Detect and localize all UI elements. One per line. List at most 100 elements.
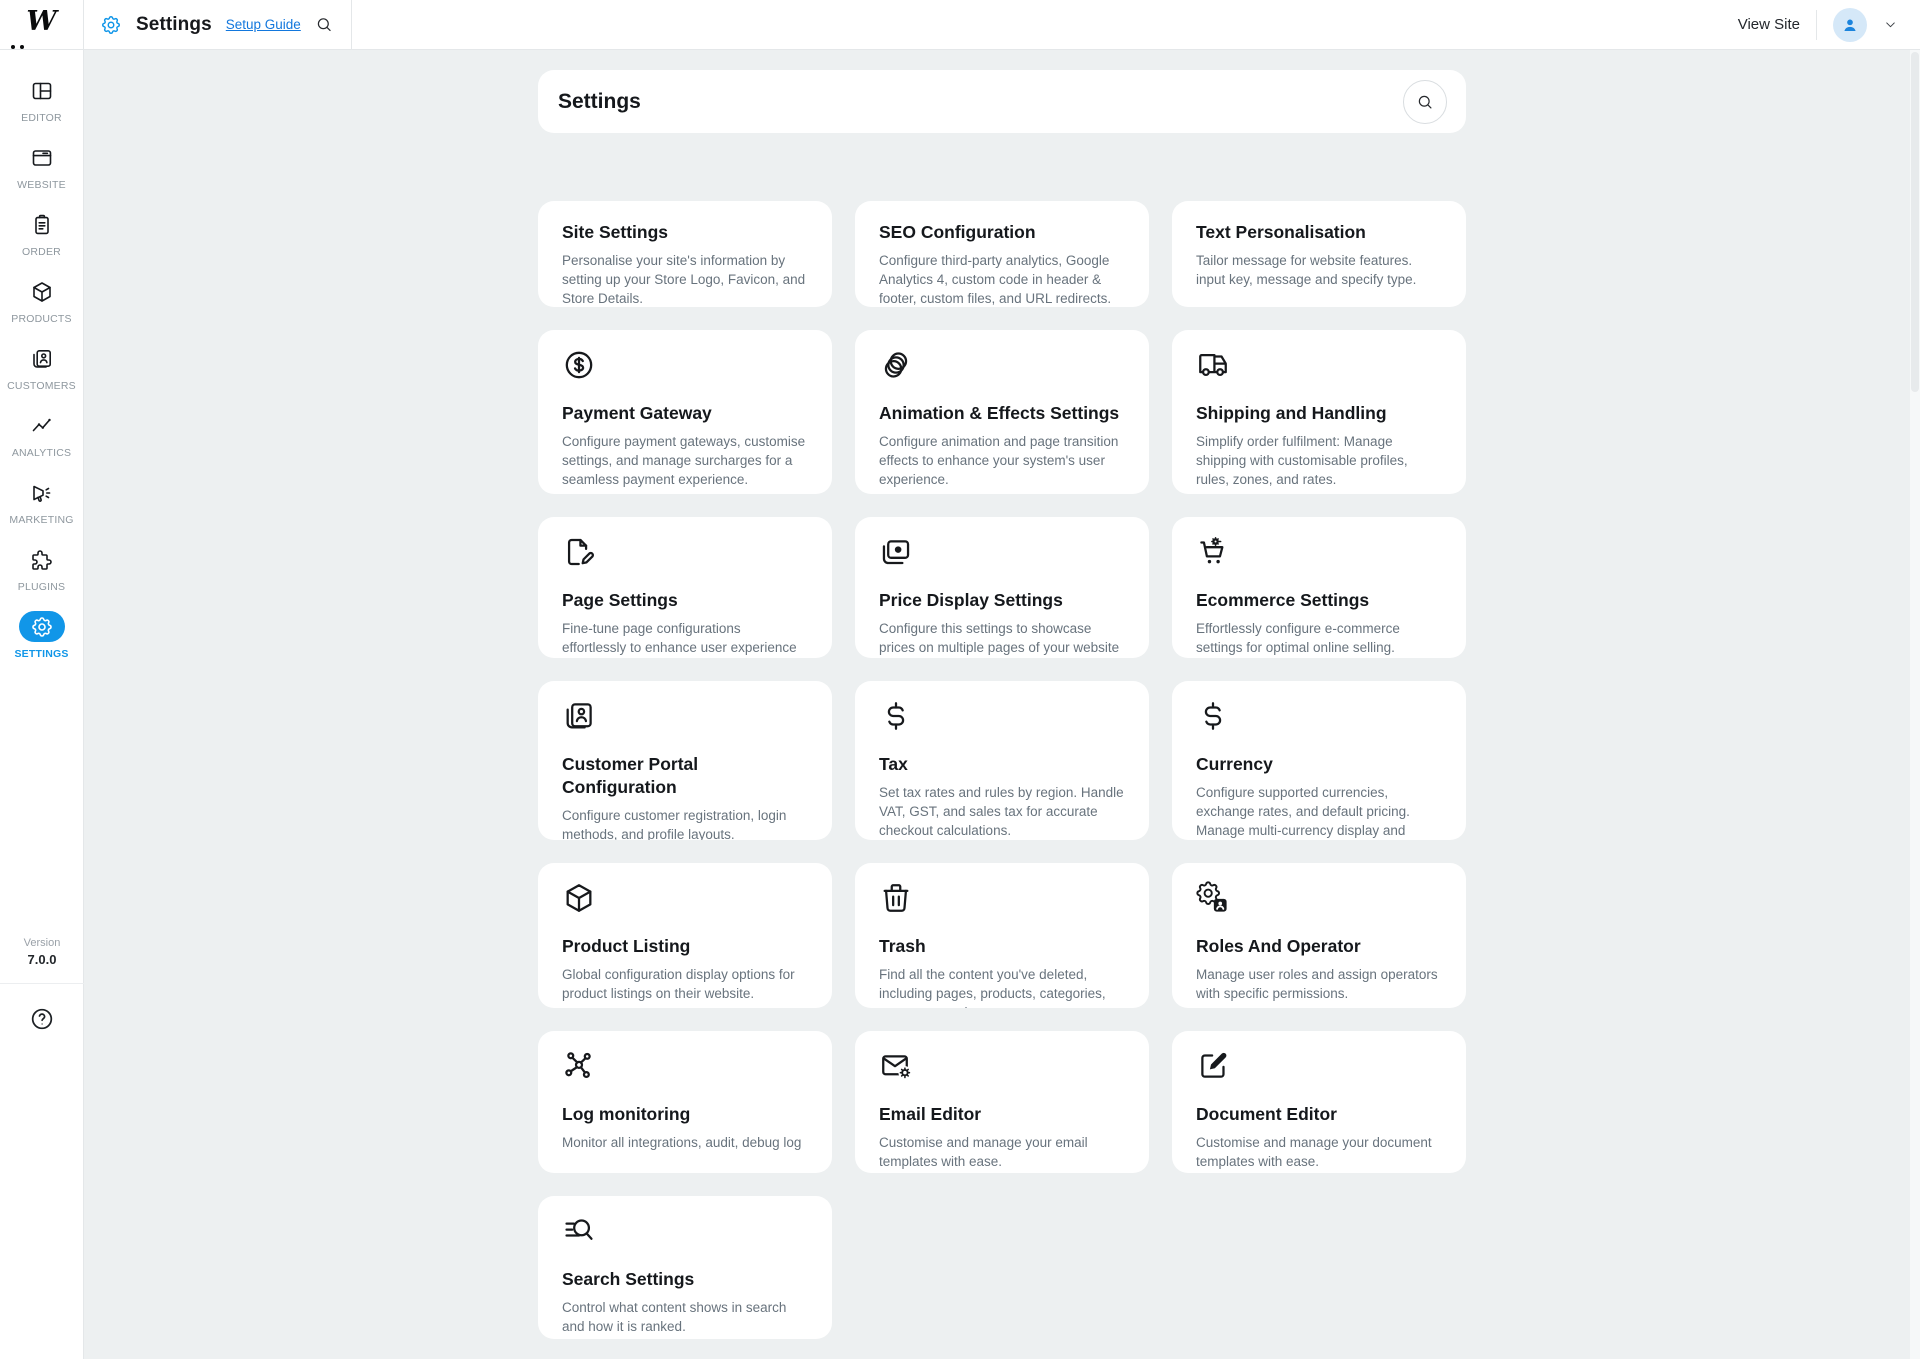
megaphone-icon	[30, 481, 54, 505]
sidebar-item-plugins[interactable]: PLUGINS	[0, 535, 83, 602]
version-label: Version	[24, 937, 61, 949]
person-icon	[1840, 15, 1860, 35]
dollar-icon	[879, 699, 913, 733]
card-description: Effortlessly configure e-commerce settin…	[1196, 619, 1442, 657]
logo-w: W	[26, 8, 56, 41]
card-description: Fine-tune page configurations effortless…	[562, 619, 808, 657]
roles-icon	[1196, 881, 1230, 915]
card-title: Trash	[879, 935, 1125, 958]
settings-card-ecommerce-settings[interactable]: Ecommerce Settings Effortlessly configur…	[1172, 517, 1466, 658]
sidebar-icon-wrap	[19, 75, 65, 106]
setup-guide-link[interactable]: Setup Guide	[226, 17, 301, 32]
sidebar-item-editor[interactable]: EDITOR	[0, 66, 83, 133]
main-content: Settings Site Settings Personalise your …	[84, 50, 1920, 1359]
view-site-button[interactable]: View Site	[1738, 16, 1800, 33]
card-title: Product Listing	[562, 935, 808, 958]
card-title: Text Personalisation	[1196, 221, 1442, 244]
scrollbar[interactable]	[1910, 50, 1920, 1359]
card-description: Simplify order fulfilment: Manage shippi…	[1196, 432, 1442, 489]
sidebar-nav: EDITOR WEBSITE ORDER PRODUCTS CUSTOMERS	[0, 50, 84, 1359]
header-search-icon[interactable]	[315, 14, 333, 35]
card-description: Configure supported currencies, exchange…	[1196, 783, 1442, 840]
app-window: W Settings Setup Guide View Site EDITOR	[0, 0, 1920, 1359]
card-title: Tax	[879, 753, 1125, 776]
settings-card-log-monitoring[interactable]: Log monitoring Monitor all integrations,…	[538, 1031, 832, 1173]
website-icon	[30, 146, 54, 170]
card-title: Payment Gateway	[562, 402, 808, 425]
truck-icon	[1196, 348, 1230, 382]
settings-card-seo-configuration[interactable]: SEO Configuration Configure third-party …	[855, 201, 1149, 307]
settings-card-email-editor[interactable]: Email Editor Customise and manage your e…	[855, 1031, 1149, 1173]
sidebar-item-label: WEBSITE	[17, 179, 66, 191]
sidebar-item-label: EDITOR	[21, 112, 62, 124]
settings-card-shipping-and-handling[interactable]: Shipping and Handling Simplify order ful…	[1172, 330, 1466, 494]
settings-card-document-editor[interactable]: Document Editor Customise and manage you…	[1172, 1031, 1466, 1173]
cube-icon	[562, 881, 596, 915]
settings-card-payment-gateway[interactable]: Payment Gateway Configure payment gatewa…	[538, 330, 832, 494]
sidebar-item-marketing[interactable]: MARKETING	[0, 468, 83, 535]
app-logo[interactable]: W	[0, 0, 84, 49]
sidebar-item-label: ORDER	[22, 246, 61, 258]
settings-heading: Settings	[558, 90, 641, 114]
settings-card-customer-portal-configuration[interactable]: Customer Portal Configuration Configure …	[538, 681, 832, 840]
card-title: Customer Portal Configuration	[562, 753, 808, 799]
cart-sparkle-icon	[1196, 535, 1230, 569]
card-description: Customise and manage your document templ…	[1196, 1133, 1442, 1171]
settings-card-roles-and-operator[interactable]: Roles And Operator Manage user roles and…	[1172, 863, 1466, 1008]
settings-card-text-personalisation[interactable]: Text Personalisation Tailor message for …	[1172, 201, 1466, 307]
order-icon	[30, 213, 54, 237]
portrait-icon	[562, 699, 596, 733]
page-edit-icon	[562, 535, 596, 569]
settings-card-product-listing[interactable]: Product Listing Global configuration dis…	[538, 863, 832, 1008]
sidebar-icon-wrap	[19, 477, 65, 508]
settings-card-trash[interactable]: Trash Find all the content you've delete…	[855, 863, 1149, 1008]
sidebar-item-products[interactable]: PRODUCTS	[0, 267, 83, 334]
sidebar-item-label: PLUGINS	[18, 581, 66, 593]
top-bar: W Settings Setup Guide View Site	[0, 0, 1920, 50]
card-title: Shipping and Handling	[1196, 402, 1442, 425]
mail-gear-icon	[879, 1049, 913, 1083]
settings-card-site-settings[interactable]: Site Settings Personalise your site's in…	[538, 201, 832, 307]
help-icon[interactable]	[29, 1006, 55, 1032]
settings-search-button[interactable]	[1403, 80, 1447, 124]
top-bar-left: Settings Setup Guide	[84, 0, 352, 49]
sidebar-item-website[interactable]: WEBSITE	[0, 133, 83, 200]
settings-header-card: Settings	[538, 70, 1466, 133]
trash-icon	[879, 881, 913, 915]
card-description: Configure this settings to showcase pric…	[879, 619, 1125, 658]
user-avatar[interactable]	[1833, 8, 1867, 42]
settings-card-tax[interactable]: Tax Set tax rates and rules by region. H…	[855, 681, 1149, 840]
settings-card-page-settings[interactable]: Page Settings Fine-tune page configurati…	[538, 517, 832, 658]
scrollbar-thumb[interactable]	[1911, 52, 1919, 392]
card-description: Configure third-party analytics, Google …	[879, 251, 1125, 307]
settings-card-currency[interactable]: Currency Configure supported currencies,…	[1172, 681, 1466, 840]
card-title: Document Editor	[1196, 1103, 1442, 1126]
sidebar-item-label: CUSTOMERS	[7, 380, 76, 392]
card-title: SEO Configuration	[879, 221, 1125, 244]
sidebar-item-label: MARKETING	[9, 514, 73, 526]
chevron-down-icon[interactable]	[1883, 17, 1898, 32]
sidebar-item-settings[interactable]: SETTINGS	[0, 602, 83, 669]
card-description: Customise and manage your email template…	[879, 1133, 1125, 1171]
coin-dollar-icon	[562, 348, 596, 382]
settings-card-price-display-settings[interactable]: Price Display Settings Configure this se…	[855, 517, 1149, 658]
sidebar-icon-wrap	[19, 343, 65, 374]
card-description: Configure payment gateways, customise se…	[562, 432, 808, 489]
edit-square-icon	[1196, 1049, 1230, 1083]
puzzle-icon	[30, 548, 54, 572]
sidebar-item-customers[interactable]: CUSTOMERS	[0, 334, 83, 401]
card-title: Log monitoring	[562, 1103, 808, 1126]
cube-icon	[30, 280, 54, 304]
sidebar-item-order[interactable]: ORDER	[0, 200, 83, 267]
animation-icon	[879, 348, 913, 382]
card-title: Ecommerce Settings	[1196, 589, 1442, 612]
card-description: Control what content shows in search and…	[562, 1298, 808, 1336]
header-divider	[1816, 10, 1817, 40]
settings-card-search-settings[interactable]: Search Settings Control what content sho…	[538, 1196, 832, 1339]
network-icon	[562, 1049, 596, 1083]
dollar-icon	[1196, 699, 1230, 733]
card-description: Find all the content you've deleted, inc…	[879, 965, 1125, 1008]
sidebar-item-analytics[interactable]: ANALYTICS	[0, 401, 83, 468]
settings-card-grid: Site Settings Personalise your site's in…	[538, 201, 1466, 1339]
settings-card-animation-effects-settings[interactable]: Animation & Effects Settings Configure a…	[855, 330, 1149, 494]
